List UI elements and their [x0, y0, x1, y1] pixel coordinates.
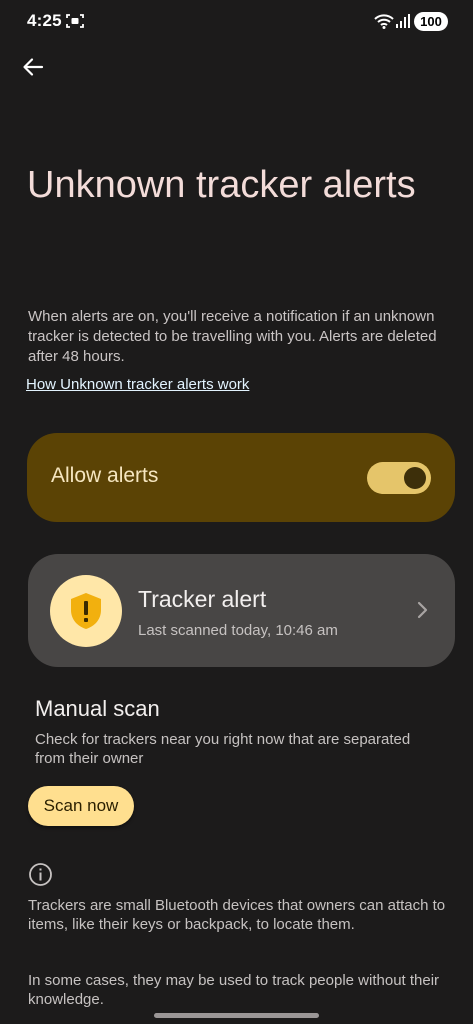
tracker-alert-subtitle: Last scanned today, 10:46 am: [138, 622, 338, 639]
tracker-alert-title: Tracker alert: [138, 586, 267, 612]
allow-alerts-toggle[interactable]: [367, 462, 431, 494]
shield-badge: [50, 575, 122, 647]
shield-alert-icon: [71, 593, 101, 629]
screenshot-icon: [66, 14, 84, 28]
back-button[interactable]: [14, 48, 52, 86]
scan-now-button[interactable]: Scan now: [28, 786, 134, 826]
page-title: Unknown tracker alerts: [27, 164, 416, 206]
manual-scan-title: Manual scan: [35, 696, 160, 721]
status-bar: 4:25 100: [0, 0, 473, 44]
signal-icon: [396, 14, 410, 28]
tracker-alert-card[interactable]: Tracker alert Last scanned today, 10:46 …: [28, 554, 455, 667]
screen: 4:25 100 Unknown tracker alerts When ale…: [0, 0, 473, 1024]
arrow-left-icon: [23, 58, 44, 76]
chevron-right-icon: [417, 601, 428, 619]
status-time: 4:25: [27, 11, 62, 30]
info-paragraph-1: Trackers are small Bluetooth devices tha…: [28, 897, 446, 933]
allow-alerts-label: Allow alerts: [51, 464, 159, 487]
home-indicator[interactable]: [154, 1013, 319, 1018]
allow-alerts-row[interactable]: Allow alerts: [27, 433, 455, 522]
intro-description: When alerts are on, you'll receive a not…: [28, 308, 437, 365]
info-paragraph-2: In some cases, they may be used to track…: [28, 972, 440, 1008]
wifi-icon: [374, 14, 394, 29]
info-icon: [29, 863, 52, 886]
battery-level: 100: [414, 12, 448, 31]
how-alerts-work-link[interactable]: How Unknown tracker alerts work: [26, 376, 249, 393]
toggle-knob: [404, 467, 426, 489]
manual-scan-description: Check for trackers near you right now th…: [35, 731, 411, 767]
